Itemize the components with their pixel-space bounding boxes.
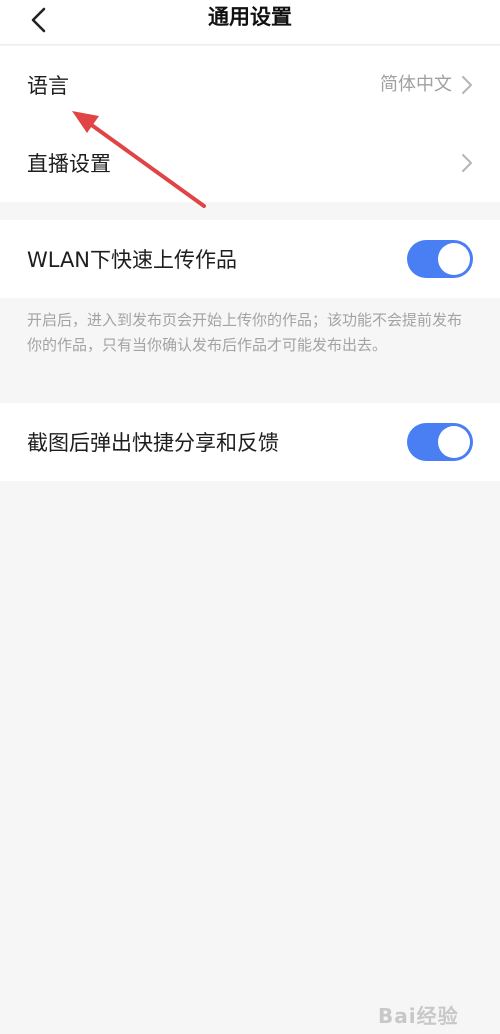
- watermark: Bai经验: [378, 1000, 488, 1028]
- screenshot-share-row: 截图后弹出快捷分享和反馈: [0, 403, 500, 481]
- live-settings-label: 直播设置: [27, 152, 111, 176]
- language-label: 语言: [27, 74, 69, 98]
- settings-group-wlan: WLAN下快速上传作品: [0, 220, 500, 298]
- chevron-right-icon: [462, 154, 472, 172]
- settings-group-screenshot: 截图后弹出快捷分享和反馈: [0, 403, 500, 481]
- language-value: 简体中文: [380, 74, 452, 95]
- settings-group-general: 语言 简体中文 直播设置: [0, 46, 500, 202]
- toggle-knob: [438, 426, 470, 458]
- wlan-upload-toggle[interactable]: [407, 240, 473, 278]
- wlan-upload-description: 开启后，进入到发布页会开始上传你的作品；该功能不会提前发布你的作品，只有当你确认…: [27, 311, 463, 354]
- chevron-right-icon: [462, 76, 472, 94]
- page-title: 通用设置: [208, 5, 292, 29]
- screenshot-share-label: 截图后弹出快捷分享和反馈: [27, 431, 279, 455]
- toggle-knob: [438, 243, 470, 275]
- wlan-upload-row: WLAN下快速上传作品: [0, 220, 500, 298]
- top-bar: 通用设置: [0, 0, 500, 45]
- live-settings-row[interactable]: 直播设置: [0, 124, 500, 202]
- language-row[interactable]: 语言 简体中文: [0, 46, 500, 124]
- watermark-text: Bai经验: [378, 1004, 459, 1028]
- wlan-upload-label: WLAN下快速上传作品: [27, 248, 238, 272]
- screenshot-share-toggle[interactable]: [407, 423, 473, 461]
